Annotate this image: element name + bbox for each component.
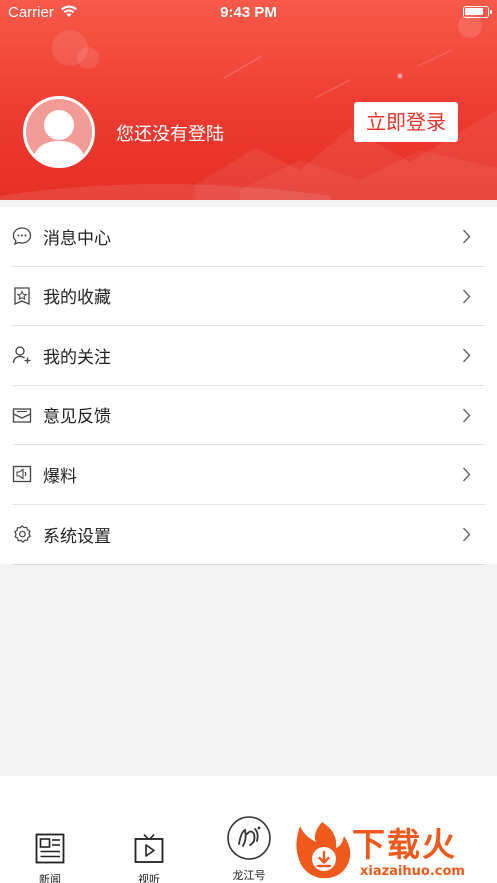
status-bar: Carrier 9:43 PM bbox=[0, 0, 497, 26]
newspaper-icon bbox=[35, 833, 65, 864]
chevron-right-icon bbox=[462, 229, 471, 244]
menu-item-label: 我的收藏 bbox=[43, 288, 111, 309]
tv-play-icon bbox=[134, 833, 164, 863]
message-icon bbox=[12, 226, 32, 246]
menu-item-label: 系统设置 bbox=[43, 526, 111, 547]
menu-item-tipoff[interactable]: 爆料 bbox=[12, 445, 485, 505]
chevron-right-icon bbox=[462, 467, 471, 482]
avatar[interactable] bbox=[23, 96, 95, 168]
login-button[interactable]: 立即登录 bbox=[354, 102, 458, 142]
watermark-logo: 下载火 xiazaihuo.com bbox=[292, 818, 497, 883]
tab-news[interactable]: 新闻 bbox=[30, 833, 70, 883]
chevron-right-icon bbox=[462, 408, 471, 422]
menu-item-messages[interactable]: 消息中心 bbox=[12, 207, 485, 267]
tab-av[interactable]: 视听 bbox=[129, 833, 169, 883]
user-add-icon bbox=[12, 345, 32, 365]
login-hint: 您还没有登陆 bbox=[116, 124, 224, 145]
tab-label: 龙江号 bbox=[232, 869, 266, 882]
menu-item-settings[interactable]: 系统设置 bbox=[12, 505, 485, 565]
chevron-right-icon bbox=[462, 289, 471, 303]
profile-header: Carrier 9:43 PM 您还没有登陆 立即登录 bbox=[0, 0, 497, 200]
menu-item-feedback[interactable]: 意见反馈 bbox=[12, 386, 485, 445]
menu-divider bbox=[12, 564, 485, 565]
fire-logo-icon bbox=[296, 822, 351, 879]
menu-item-following[interactable]: 我的关注 bbox=[12, 326, 485, 386]
chevron-right-icon bbox=[462, 527, 471, 541]
mail-icon bbox=[12, 405, 32, 425]
tab-longjiang[interactable]: 龙江号 bbox=[224, 815, 274, 883]
chevron-right-icon bbox=[462, 348, 471, 363]
gear-icon bbox=[12, 524, 32, 544]
tab-label: 新闻 bbox=[39, 873, 61, 883]
user-silhouette-icon bbox=[32, 110, 86, 165]
menu-item-label: 消息中心 bbox=[43, 228, 111, 249]
watermark-url: xiazaihuo.com bbox=[360, 864, 465, 879]
battery-icon bbox=[463, 6, 492, 18]
menu-item-label: 意见反馈 bbox=[43, 407, 111, 428]
menu-item-label: 我的关注 bbox=[43, 347, 111, 368]
menu-item-favorites[interactable]: 我的收藏 bbox=[12, 267, 485, 326]
longjiang-logo-icon bbox=[227, 816, 271, 860]
bookmark-star-icon bbox=[12, 286, 32, 306]
watermark-title: 下载火 bbox=[352, 825, 457, 864]
menu-item-label: 爆料 bbox=[43, 466, 77, 487]
clock: 9:43 PM bbox=[220, 4, 277, 21]
speaker-icon bbox=[12, 464, 32, 484]
menu-list: 消息中心 我的收藏 我的关注 意见反馈 爆料 系统设置 bbox=[0, 207, 497, 564]
tab-label: 视听 bbox=[138, 873, 160, 883]
